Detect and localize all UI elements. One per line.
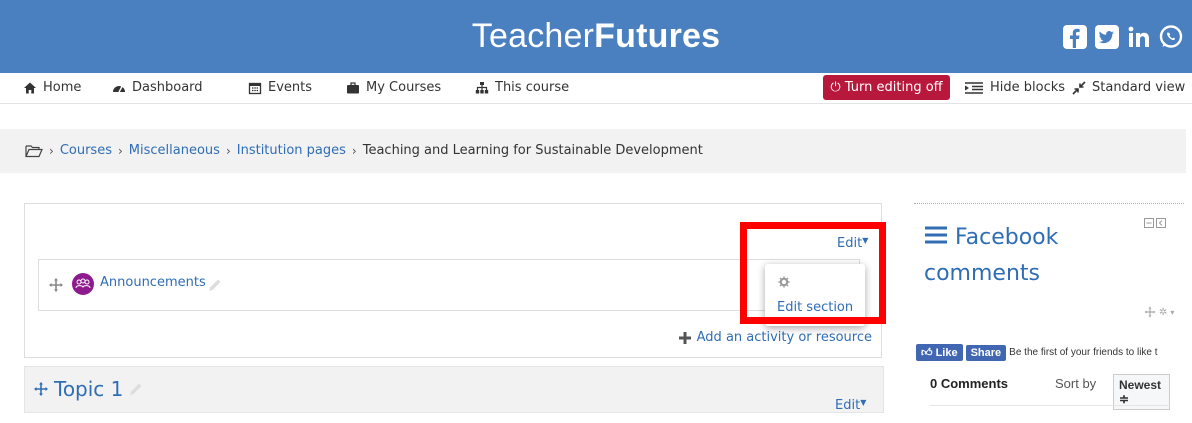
pencil-icon[interactable] [128, 381, 144, 397]
nav-home[interactable]: Home [23, 73, 81, 103]
block-title: Facebook comments [924, 220, 1124, 292]
comments-header: 0 Comments Sort by Newest ≑ [930, 374, 1170, 410]
breadcrumb-miscellaneous[interactable]: Miscellaneous [129, 143, 220, 158]
whatsapp-icon[interactable] [1158, 24, 1184, 50]
turn-editing-off-button[interactable]: ⏻ Turn editing off [823, 75, 950, 100]
hamburger-icon [925, 226, 947, 244]
activity-link[interactable]: Announcements [100, 275, 206, 290]
brand-futures: Futures [594, 17, 721, 55]
briefcase-icon [347, 82, 359, 94]
topic-1-edit-menu[interactable]: Edit▼ [835, 398, 866, 413]
nav-dashboard[interactable]: Dashboard [112, 73, 203, 103]
hide-blocks-label: Hide blocks [990, 80, 1066, 95]
add-activity-label: Add an activity or resource [696, 330, 872, 345]
move-icon[interactable] [33, 381, 49, 397]
dock-icon[interactable] [1156, 218, 1166, 228]
indent-icon [965, 82, 983, 94]
breadcrumb-separator: › [351, 143, 357, 158]
move-icon[interactable] [1144, 306, 1156, 318]
plus-icon [678, 331, 691, 344]
add-activity-link[interactable]: Add an activity or resource [678, 330, 872, 345]
nav-this-course-label: This course [495, 80, 570, 95]
social-links [1062, 24, 1184, 50]
facebook-comments-block: Facebook comments ✲ ▾ 👍︎ Like Share Be t… [914, 203, 1184, 414]
topic-1-title: Topic 1 [33, 377, 144, 401]
breadcrumb-institution-pages[interactable]: Institution pages [237, 143, 346, 158]
facebook-icon[interactable] [1062, 24, 1088, 50]
turn-editing-off-label: Turn editing off [844, 80, 943, 95]
compress-icon [1072, 81, 1086, 95]
nav-events[interactable]: Events [248, 73, 312, 103]
topic-1-edit-label: Edit [835, 398, 861, 413]
caret-down-icon: ▼ [860, 398, 867, 407]
site-logo[interactable]: TeacherFutures [0, 14, 1192, 58]
site-header: TeacherFutures [0, 0, 1192, 73]
block-actions: ✲ ▾ [1144, 306, 1174, 318]
breadcrumb-separator: › [49, 143, 54, 158]
twitter-icon[interactable] [1094, 24, 1120, 50]
caret-down-icon: ▾ [1170, 307, 1175, 317]
gear-icon[interactable]: ✲ [1159, 307, 1167, 318]
comments-divider [930, 405, 1170, 406]
sort-by-label: Sort by [1055, 376, 1097, 391]
main-navbar: Home Dashboard Events My Courses This co… [0, 73, 1192, 104]
hide-blocks-button[interactable]: Hide blocks [964, 73, 1065, 103]
calendar-icon [248, 82, 262, 95]
breadcrumb-separator: › [117, 143, 123, 158]
standard-view-button[interactable]: Standard view [1072, 73, 1185, 103]
like-social-text: Be the first of your friends to like t [1009, 347, 1158, 358]
course-section-topic-1: Topic 1 Edit▼ [24, 366, 884, 413]
highlight-annotation-box [740, 222, 886, 324]
breadcrumb-current-page: Teaching and Learning for Sustainable De… [362, 143, 703, 158]
breadcrumb-courses[interactable]: Courses [60, 143, 112, 158]
nav-my-courses-label: My Courses [366, 80, 442, 95]
topic-1-title-link[interactable]: Topic 1 [54, 377, 123, 401]
activity-announcements: Announcements [38, 259, 860, 311]
like-label: Like [935, 347, 958, 359]
thumbs-up-icon: 👍︎ [921, 347, 933, 359]
breadcrumb-separator: › [225, 143, 231, 158]
brand-teacher: Teacher [471, 17, 595, 55]
home-icon [24, 82, 36, 94]
facebook-share-button[interactable]: Share [965, 344, 1007, 361]
nav-this-course[interactable]: This course [475, 73, 569, 103]
dashboard-icon [113, 86, 125, 93]
comments-count: 0 Comments [930, 376, 1009, 391]
nav-dashboard-label: Dashboard [132, 80, 203, 95]
pencil-icon[interactable] [207, 277, 223, 293]
nav-home-label: Home [43, 80, 82, 95]
linkedin-icon[interactable] [1126, 24, 1152, 50]
folder-open-icon[interactable] [25, 144, 43, 158]
forum-icon [72, 273, 94, 295]
move-icon[interactable] [48, 277, 64, 293]
facebook-like-button[interactable]: 👍︎ Like [916, 344, 963, 361]
block-controls [1144, 218, 1166, 228]
power-icon: ⏻ [830, 80, 841, 95]
facebook-like-row: 👍︎ Like Share Be the first of your frien… [916, 344, 1158, 361]
standard-view-label: Standard view [1092, 80, 1186, 95]
breadcrumb: › Courses › Miscellaneous › Institution … [0, 129, 1186, 173]
nav-my-courses[interactable]: My Courses [346, 73, 441, 103]
sitemap-icon [475, 82, 489, 94]
nav-events-label: Events [268, 80, 313, 95]
collapse-icon[interactable] [1144, 218, 1154, 228]
